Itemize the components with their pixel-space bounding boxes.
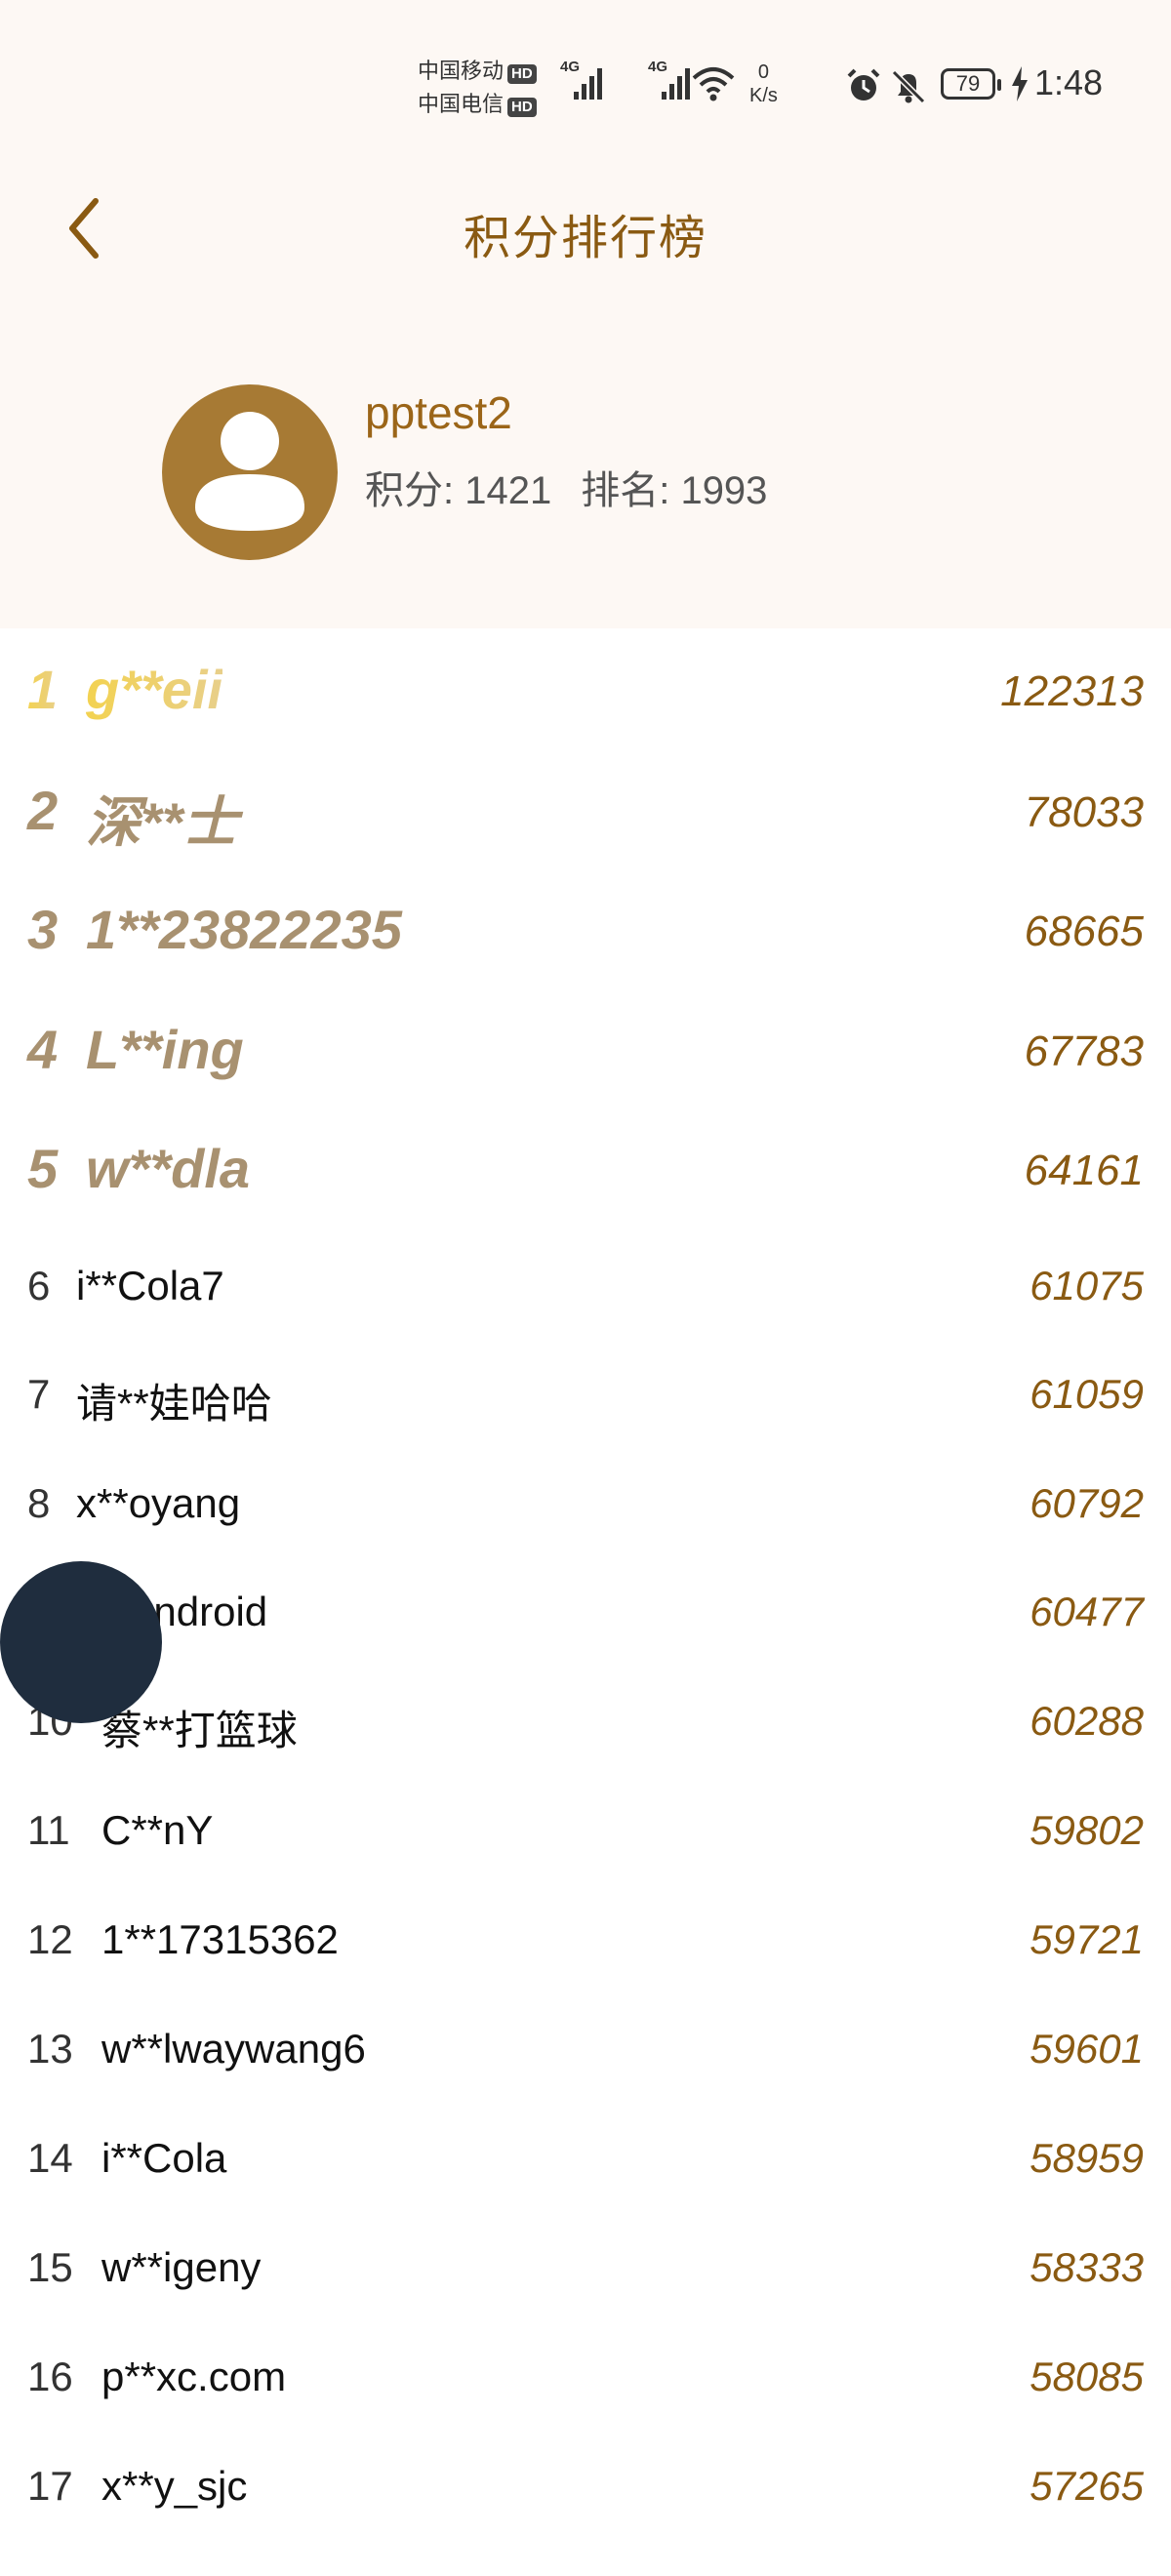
player-score: 68665: [1024, 907, 1144, 955]
rank-number: 11: [27, 1807, 70, 1853]
player-name: i**Cola7: [76, 1263, 224, 1308]
charging-icon: [1012, 66, 1028, 101]
rank-number: 13: [27, 2026, 73, 2072]
player-score: 60792: [1030, 1480, 1144, 1526]
player-name: w**igeny: [101, 2244, 262, 2290]
player-name: w**lwaywang6: [101, 2026, 366, 2072]
player-score: 60288: [1030, 1698, 1144, 1744]
rank-number: 2: [27, 780, 59, 841]
player-name: 请**娃哈哈: [76, 1381, 272, 1427]
avatar[interactable]: [162, 384, 338, 560]
player-score: 67783: [1024, 1027, 1144, 1075]
player-score: 58959: [1030, 2135, 1144, 2181]
rank-number: 4: [27, 1019, 59, 1080]
player-score: 64161: [1024, 1147, 1144, 1194]
rank-number: 15: [27, 2244, 73, 2290]
player-score: 59601: [1030, 2026, 1144, 2072]
rank-number: 7: [27, 1371, 51, 1417]
player-name: C**nY: [101, 1807, 214, 1853]
status-bar: 中国移动 HD 中国电信 HD 4G 4G 0 K/s 79 1:48: [0, 0, 1171, 176]
player-name: i**Cola: [101, 2135, 227, 2181]
battery-level: 79: [955, 71, 981, 96]
alarm-icon: [847, 68, 880, 101]
page-title: 积分排行榜: [463, 213, 707, 264]
rank-number: 5: [27, 1138, 59, 1199]
player-name: x**oyang: [76, 1480, 241, 1526]
player-score: 57265: [1030, 2463, 1144, 2509]
rank-number: 16: [27, 2354, 73, 2399]
rank-number: 12: [27, 1916, 73, 1962]
carrier-info: 中国移动 HD 中国电信 HD: [418, 55, 537, 121]
carrier-1: 中国移动: [418, 59, 505, 83]
rank-number: 14: [27, 2135, 73, 2181]
player-name: 蔡**打篮球: [101, 1708, 298, 1753]
bell-muted-icon: [891, 69, 926, 104]
clock: 1:48: [1034, 62, 1104, 102]
player-score: 78033: [1024, 788, 1144, 836]
player-name: g**eii: [86, 659, 223, 720]
rank-number: 8: [27, 1480, 51, 1526]
player-name: L**ing: [86, 1019, 244, 1080]
network-speed: 0 K/s: [749, 61, 778, 106]
player-score: 59802: [1030, 1807, 1144, 1853]
player-name: 1**23822235: [86, 899, 402, 960]
rank-number: 6: [27, 1263, 51, 1308]
player-score: 60477: [1030, 1589, 1144, 1634]
player-name: p**xc.com: [101, 2354, 287, 2399]
carrier-2: 中国电信: [418, 92, 505, 116]
player-name: 1**17315362: [101, 1916, 339, 1962]
wifi-icon: [692, 67, 735, 101]
user-icon: [195, 412, 304, 531]
points: 积分: 1421: [365, 469, 552, 512]
hd-badge: HD: [507, 98, 537, 117]
hd-badge: HD: [507, 64, 537, 84]
player-name: 深**士: [86, 791, 238, 853]
user-stats: 积分: 1421 排名: 1993: [365, 459, 767, 515]
username: pptest2: [365, 387, 512, 438]
player-name: x**y_sjc: [101, 2463, 248, 2509]
battery-icon: 79: [941, 68, 1001, 100]
player-name: w**dla: [86, 1138, 251, 1199]
player-score: 59721: [1030, 1916, 1144, 1962]
rank: 排名: 1993: [581, 469, 768, 512]
player-score: 58085: [1030, 2354, 1144, 2399]
rank-number: 17: [27, 2463, 73, 2509]
player-score: 58333: [1030, 2244, 1144, 2290]
player-score: 122313: [1000, 667, 1144, 715]
rank-number: 3: [27, 899, 59, 960]
player-score: 61075: [1030, 1263, 1144, 1308]
floating-action-button[interactable]: [0, 1561, 162, 1723]
rank-number: 1: [27, 659, 59, 720]
player-score: 61059: [1030, 1371, 1144, 1417]
